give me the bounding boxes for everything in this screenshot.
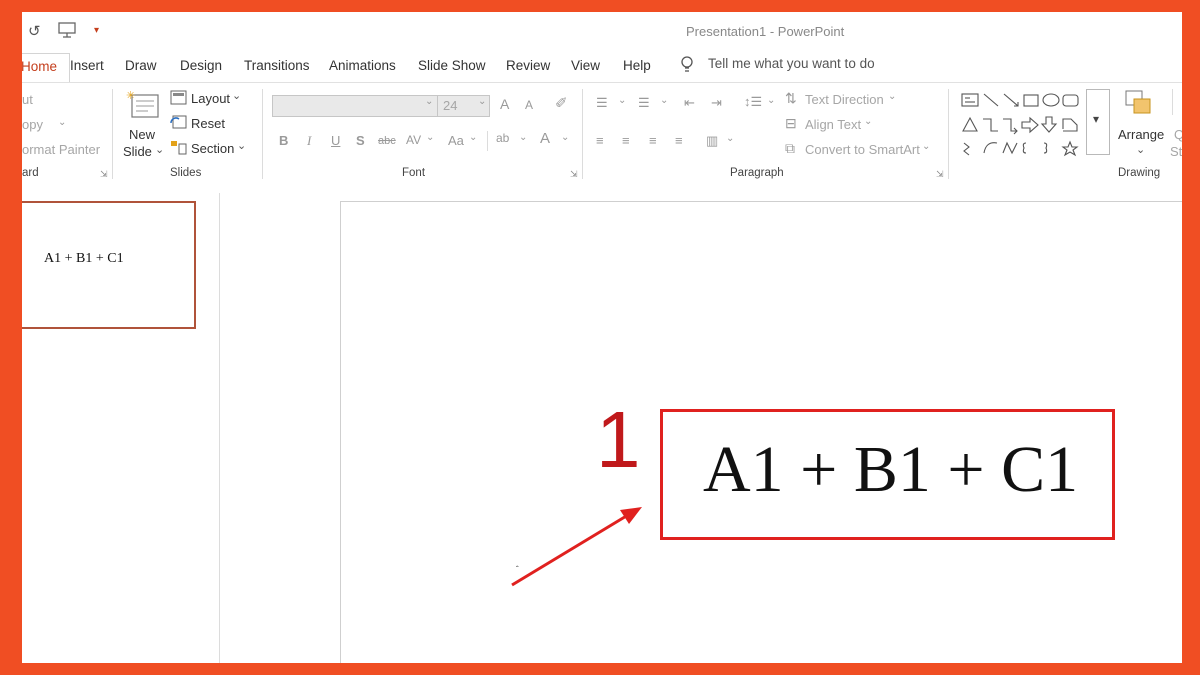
- callout-arrow-icon: [511, 507, 642, 587]
- powerpoint-window: ↺ ▾ Presentation1 - PowerPoint Home Inse…: [22, 12, 1182, 663]
- mouse-cursor-icon: ˆ: [516, 565, 519, 574]
